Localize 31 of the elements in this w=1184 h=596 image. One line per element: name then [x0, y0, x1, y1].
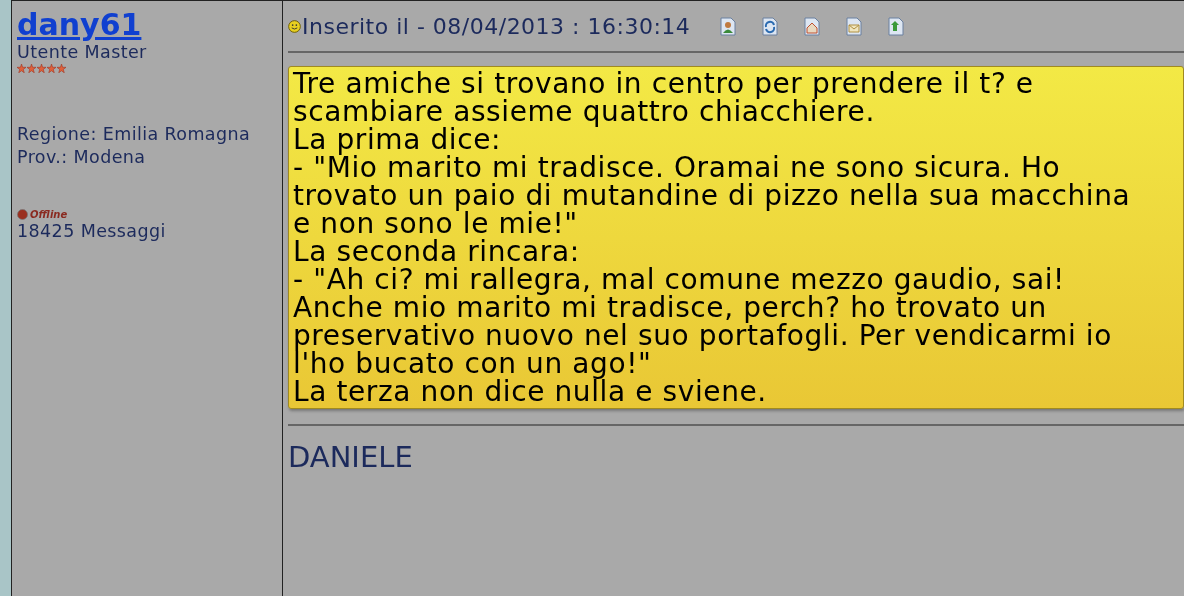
username-link[interactable]: dany61 [17, 9, 142, 41]
message-line: preservativo nuovo nel suo portafogli. Per vendicarmi io [293, 322, 1113, 350]
user-rank: Utente Master [17, 41, 147, 64]
message-line: La seconda rincara: [293, 238, 580, 266]
star-icon [37, 64, 46, 73]
message-line: l'ho bucato con un ago!" [293, 350, 653, 378]
message-line: trovato un paio di mutandine di pizzo nella sua macchina [293, 182, 1132, 210]
region-text: Regione: Emilia Romagna [17, 123, 251, 146]
message-line: La prima dice: [293, 126, 502, 154]
message-line: scambiare assieme quattro chiacchiere. [293, 98, 875, 126]
province-text: Prov.: Modena [17, 146, 146, 169]
message-line: - "Ah ci? mi rallegra, mal comune mezzo gaudio, sai! [293, 266, 1066, 294]
star-icon [17, 64, 26, 73]
message-line: Tre amiche si trovano in centro per prendere il t? e [293, 70, 1035, 98]
star-icon [27, 64, 36, 73]
message-line: La terza non dice nulla e sviene. [293, 378, 768, 406]
home-icon[interactable] [804, 16, 821, 36]
message-line: e non sono le mie!" [293, 210, 579, 238]
refresh-icon[interactable] [762, 16, 779, 36]
message-line: Anche mio marito mi tradisce, perch? ho trovato un [293, 294, 1047, 322]
post-count: 18425 Messaggi [17, 220, 166, 243]
smiley-icon [288, 19, 301, 33]
star-icon [47, 64, 56, 73]
post-date: Inserito il - 08/04/2013 : 16:30:14 [302, 13, 691, 39]
status-label: Offline [30, 209, 68, 220]
signature: DANIELE [288, 440, 414, 474]
message-line: - "Mio marito mi tradisce. Oramai ne sono sicura. Ho [293, 154, 1061, 182]
profile-icon[interactable] [720, 16, 737, 36]
star-icon [57, 64, 66, 73]
arrow-icon[interactable] [888, 16, 905, 36]
envelope-icon[interactable] [846, 16, 863, 36]
